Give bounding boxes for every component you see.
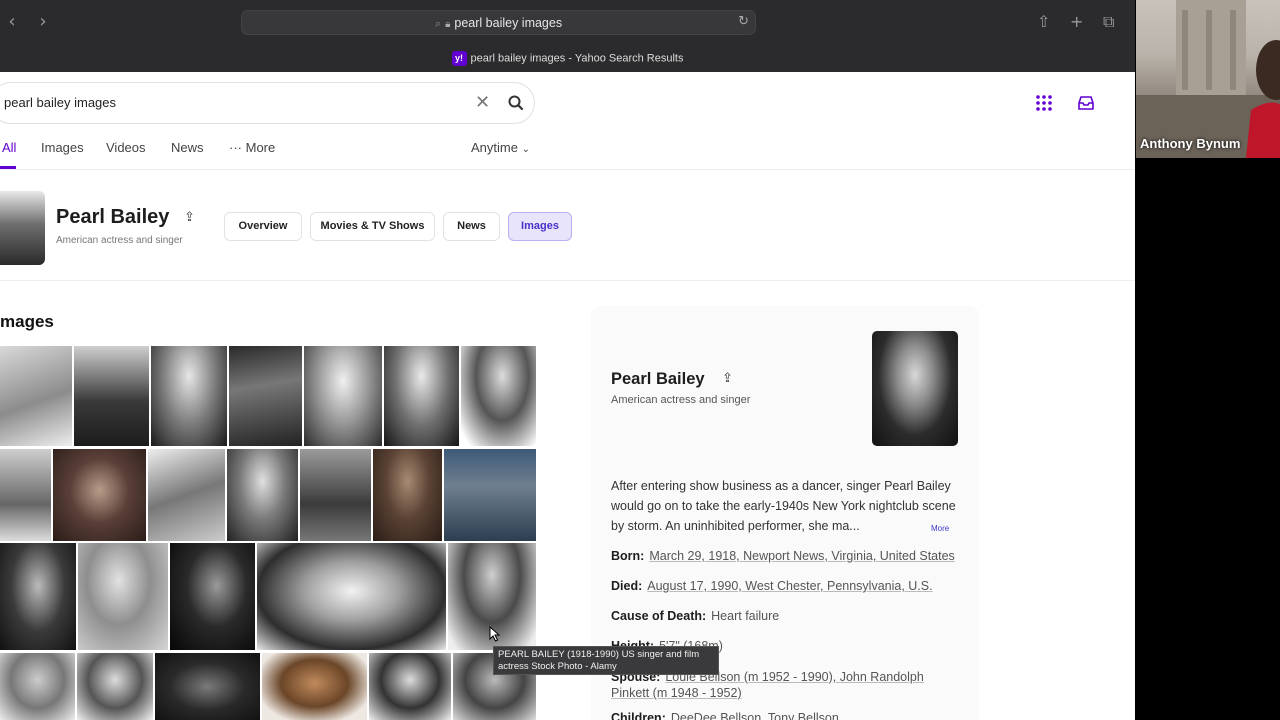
image-thumbnail[interactable]	[170, 543, 255, 650]
fact-key: Died:	[611, 579, 643, 593]
image-thumbnail[interactable]	[300, 449, 371, 541]
fact-value[interactable]: August 17, 1990, West Chester, Pennsylva…	[647, 579, 932, 593]
reload-icon[interactable]: ↻	[738, 14, 749, 29]
fact-key: Cause of Death:	[611, 609, 707, 623]
webcam-scene	[1136, 0, 1280, 158]
image-thumbnail[interactable]	[257, 543, 446, 650]
image-thumbnail[interactable]	[0, 449, 51, 541]
image-thumbnail[interactable]	[78, 543, 168, 650]
kp-fact-died: Died: August 17, 1990, West Chester, Penn…	[611, 579, 933, 593]
image-tooltip: PEARL BAILEY (1918-1990) US singer and f…	[493, 646, 719, 675]
share-icon[interactable]: ⇪	[722, 371, 733, 386]
kp-abstract: After entering show business as a dancer…	[611, 479, 956, 533]
image-thumbnail[interactable]	[384, 346, 459, 446]
tab-overview-icon[interactable]: ⧉	[1103, 12, 1114, 32]
image-thumbnail[interactable]	[0, 543, 76, 650]
fact-key: Born:	[611, 549, 645, 563]
image-thumbnail[interactable]	[53, 449, 146, 541]
mouse-cursor-icon	[489, 626, 501, 642]
kp-more-link[interactable]: More	[931, 524, 949, 533]
fact-value[interactable]: March 29, 1918, Newport News, Virginia, …	[649, 549, 954, 563]
webcam-video-feed	[1136, 0, 1280, 158]
image-thumbnail[interactable]	[304, 346, 382, 446]
browser-window: ‹ › ⌕ 🔒︎ pearl bailey images ↻ ⇧ + ⧉ y! pea…	[0, 0, 1135, 720]
image-thumbnail[interactable]	[148, 449, 225, 541]
fact-key: Children:	[611, 711, 666, 720]
kp-description: American actress and singer	[611, 394, 751, 406]
participant-name: Anthony Bynum	[1140, 136, 1241, 151]
fact-value: Heart failure	[711, 609, 780, 623]
image-thumbnail[interactable]	[0, 346, 72, 446]
mail-inbox-icon[interactable]	[1077, 95, 1095, 111]
fact-value[interactable]: DeeDee Bellson, Tony Bellson	[671, 711, 839, 720]
image-thumbnail[interactable]	[0, 653, 75, 720]
image-thumbnail[interactable]	[229, 346, 302, 446]
image-thumbnail[interactable]	[262, 653, 367, 720]
kp-fact-children: Children: DeeDee Bellson, Tony Bellson	[611, 711, 839, 720]
image-grid	[0, 0, 540, 720]
image-thumbnail[interactable]	[444, 449, 536, 541]
image-thumbnail[interactable]	[369, 653, 451, 720]
kp-name[interactable]: Pearl Bailey	[611, 370, 705, 389]
kp-fact-cause: Cause of Death: Heart failure	[611, 609, 779, 623]
image-thumbnail[interactable]	[373, 449, 442, 541]
image-thumbnail[interactable]	[74, 346, 149, 446]
apps-grid-icon[interactable]	[1036, 95, 1052, 111]
image-thumbnail[interactable]	[155, 653, 260, 720]
new-tab-icon[interactable]: +	[1070, 12, 1083, 31]
image-thumbnail[interactable]	[77, 653, 153, 720]
image-thumbnail[interactable]	[151, 346, 227, 446]
kp-fact-born: Born: March 29, 1918, Newport News, Virgi…	[611, 549, 955, 563]
image-thumbnail[interactable]	[461, 346, 536, 446]
image-thumbnail[interactable]	[227, 449, 298, 541]
kp-portrait-image[interactable]	[872, 331, 958, 446]
share-icon[interactable]: ⇧	[1037, 12, 1050, 31]
